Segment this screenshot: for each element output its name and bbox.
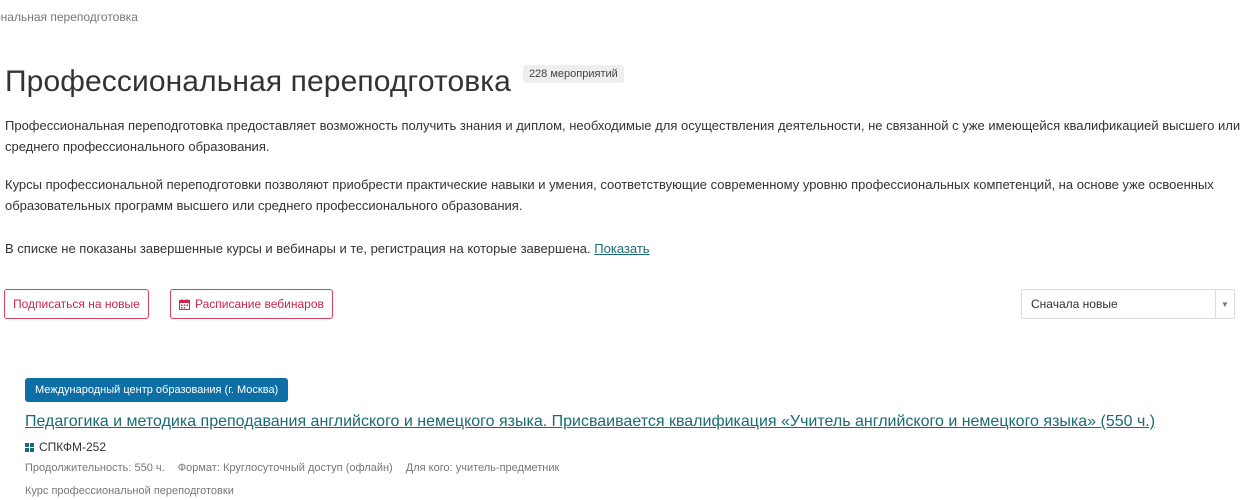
- event-count-badge: 228 мероприятий: [522, 65, 624, 83]
- course-code: СПКФМ-252: [25, 440, 106, 454]
- page-title: Профессиональная переподготовка: [5, 65, 511, 98]
- webinar-schedule-button[interactable]: Расписание вебинаров: [170, 289, 333, 319]
- description-paragraph-3: В списке не показаны завершенные курсы и…: [5, 238, 1245, 259]
- title-row: Профессиональная переподготовка 228 меро…: [5, 62, 624, 102]
- description-paragraph-1: Профессиональная переподготовка предоста…: [5, 118, 1241, 154]
- show-completed-link[interactable]: Показать: [594, 241, 649, 256]
- breadcrumb[interactable]: ональная переподготовка: [0, 10, 138, 24]
- sort-selected-value: Сначала новые: [1031, 297, 1118, 311]
- hidden-notice-text: В списке не показаны завершенные курсы и…: [5, 241, 591, 256]
- course-meta: Продолжительность: 550 ч. Формат: Кругло…: [25, 462, 569, 474]
- organization-badge[interactable]: Международный центр образования (г. Моск…: [25, 378, 289, 402]
- course-type: Курс профессиональной переподготовки: [25, 485, 234, 497]
- webinar-schedule-label: Расписание вебинаров: [195, 297, 324, 311]
- description-paragraph-2: Курсы профессиональной переподготовки по…: [5, 177, 1214, 213]
- grid-icon: [25, 442, 34, 452]
- course-title-link[interactable]: Педагогика и методика преподавания англи…: [25, 413, 1155, 431]
- course-code-text: СПКФМ-252: [39, 440, 107, 454]
- course-audience: Для кого: учитель-предметник: [405, 462, 560, 474]
- subscribe-button[interactable]: Подписаться на новые: [4, 289, 149, 319]
- calendar-icon: [179, 298, 190, 310]
- course-format: Формат: Круглосуточный доступ (офлайн): [177, 462, 393, 474]
- course-duration: Продолжительность: 550 ч.: [25, 462, 165, 474]
- subscribe-button-label: Подписаться на новые: [13, 297, 140, 311]
- sort-select[interactable]: Сначала новые ▼: [1021, 289, 1235, 319]
- chevron-down-icon[interactable]: ▼: [1215, 290, 1234, 318]
